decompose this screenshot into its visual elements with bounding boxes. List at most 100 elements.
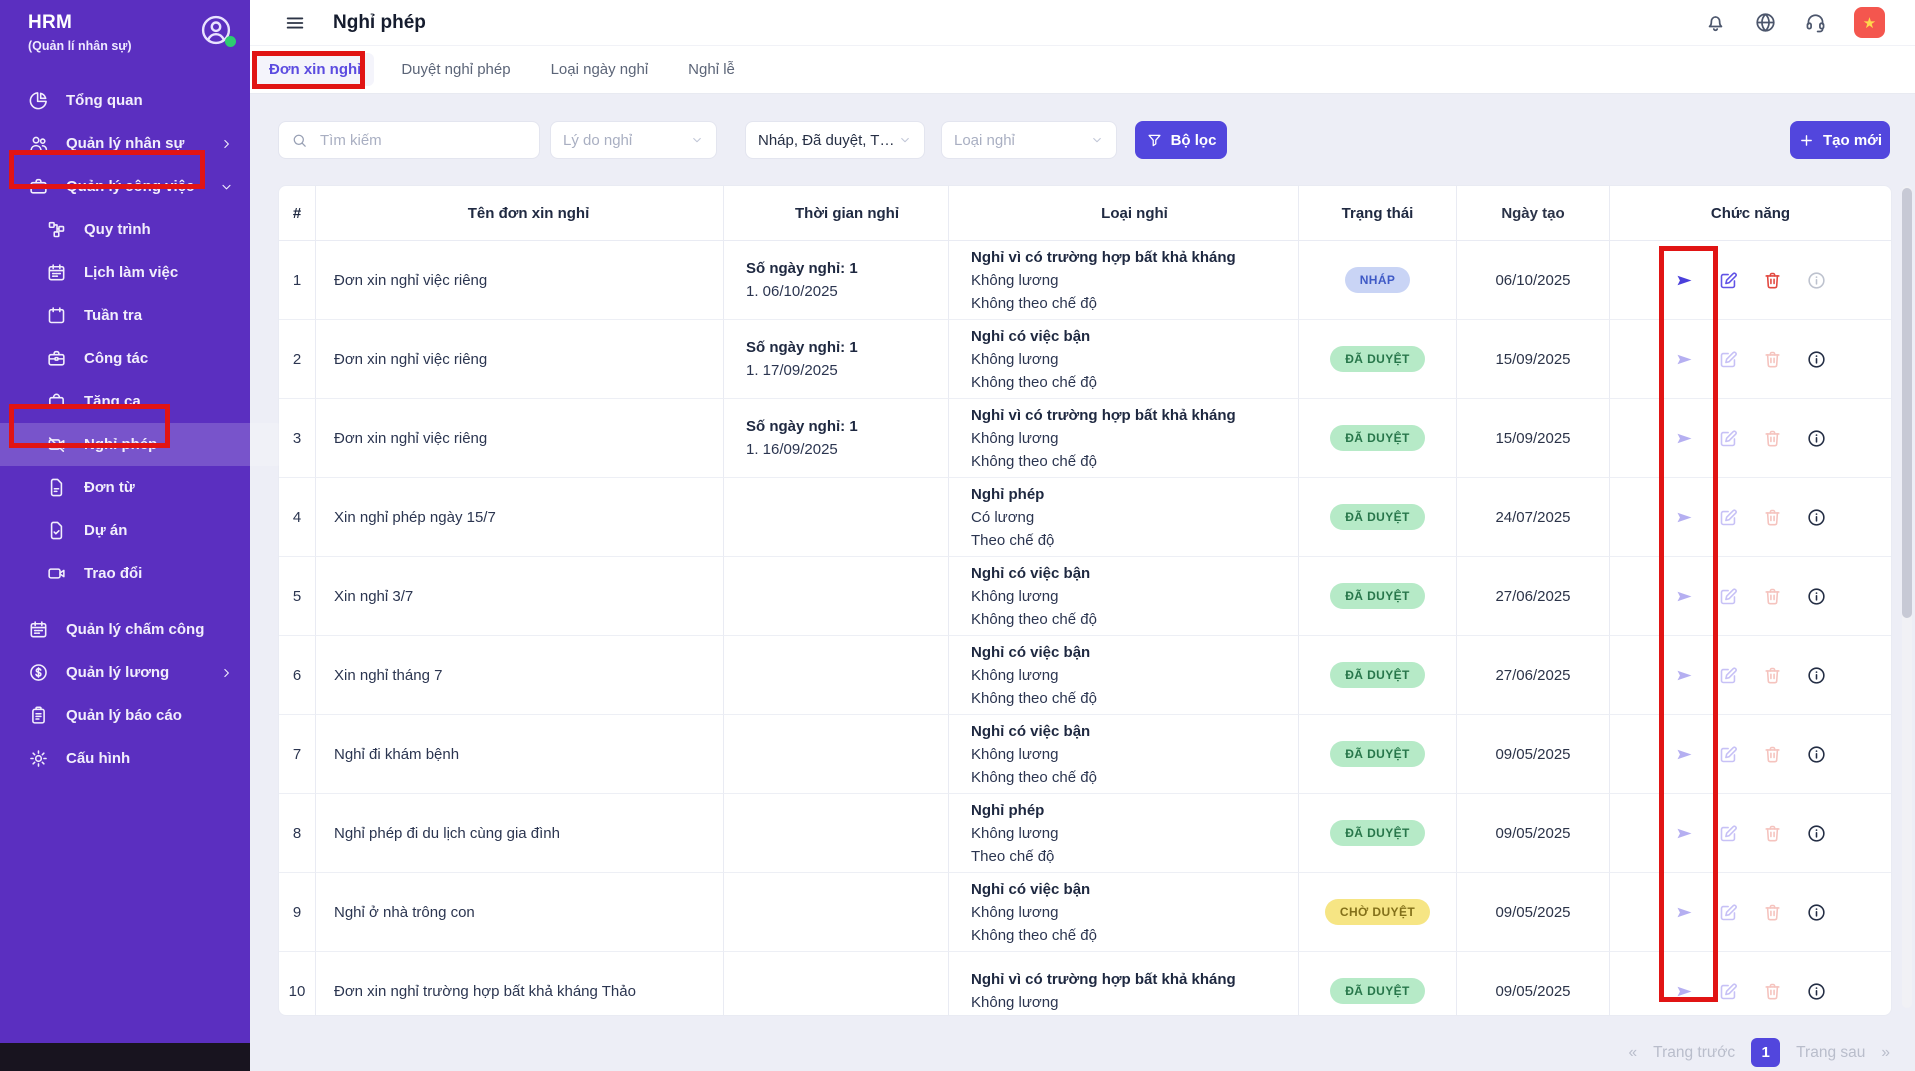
sidebar-item-quan-ly-luong[interactable]: Quản lý lương bbox=[0, 651, 250, 694]
edit-button[interactable] bbox=[1718, 665, 1739, 686]
vn-flag-icon[interactable]: ★ bbox=[1854, 7, 1885, 38]
cell-line: Nghỉ có việc bận bbox=[971, 327, 1091, 345]
cell-created-date: 09/05/2025 bbox=[1457, 873, 1610, 952]
cell-index: 4 bbox=[279, 478, 316, 557]
sidebar-item-quan-ly-cham-cong[interactable]: Quản lý chấm công bbox=[0, 608, 250, 651]
cell-index: 2 bbox=[279, 320, 316, 399]
info-button[interactable] bbox=[1806, 428, 1827, 449]
info-button[interactable] bbox=[1806, 744, 1827, 765]
sidebar-item-label: Quản lý công việc bbox=[66, 178, 195, 195]
headset-icon[interactable] bbox=[1804, 11, 1827, 34]
info-button[interactable] bbox=[1806, 349, 1827, 370]
sidebar-item-tong-quan[interactable]: Tổng quan bbox=[0, 79, 250, 122]
send-button[interactable] bbox=[1674, 428, 1695, 449]
info-button[interactable] bbox=[1806, 823, 1827, 844]
edit-button[interactable] bbox=[1718, 349, 1739, 370]
send-button[interactable] bbox=[1674, 270, 1695, 291]
delete-button[interactable] bbox=[1762, 665, 1783, 686]
table-row: 5 Xin nghỉ 3/7 Nghỉ có việc bận Không lương… bbox=[279, 557, 1891, 636]
delete-button[interactable] bbox=[1762, 902, 1783, 923]
scrollbar-thumb[interactable] bbox=[1902, 188, 1912, 618]
filter-select-trang-thai[interactable]: Nháp, Đã duyệt, Từ ... bbox=[745, 121, 925, 159]
cell-index: 9 bbox=[279, 873, 316, 952]
edit-button[interactable] bbox=[1718, 586, 1739, 607]
info-button[interactable] bbox=[1806, 981, 1827, 1002]
send-button[interactable] bbox=[1674, 507, 1695, 528]
edit-button[interactable] bbox=[1718, 270, 1739, 291]
cell-status: ĐÃ DUYỆT bbox=[1299, 557, 1457, 636]
cell-line: Không lương bbox=[971, 745, 1059, 763]
tab-nghi-le[interactable]: Nghỉ lễ bbox=[675, 53, 748, 86]
sidebar-item-don-tu[interactable]: Đơn từ bbox=[0, 466, 250, 509]
sidebar-item-tang-ca[interactable]: Tăng ca bbox=[0, 380, 250, 423]
pagination-next-arrow[interactable]: » bbox=[1881, 1044, 1890, 1062]
sidebar-item-cong-tac[interactable]: Công tác bbox=[0, 337, 250, 380]
send-button[interactable] bbox=[1674, 586, 1695, 607]
sidebar-item-nghi-phep[interactable]: Nghỉ phép bbox=[0, 423, 286, 466]
edit-button[interactable] bbox=[1718, 823, 1739, 844]
create-new-button[interactable]: Tạo mới bbox=[1790, 121, 1890, 159]
sidebar-item-quy-trinh[interactable]: Quy trình bbox=[0, 208, 250, 251]
send-button[interactable] bbox=[1674, 744, 1695, 765]
delete-button[interactable] bbox=[1762, 586, 1783, 607]
select-value: Nháp, Đã duyệt, Từ ... bbox=[758, 131, 898, 149]
cell-created-date: 15/09/2025 bbox=[1457, 399, 1610, 478]
delete-button[interactable] bbox=[1762, 349, 1783, 370]
pagination-next[interactable]: Trang sau bbox=[1796, 1044, 1865, 1062]
edit-button[interactable] bbox=[1718, 902, 1739, 923]
send-button[interactable] bbox=[1674, 823, 1695, 844]
search-input[interactable] bbox=[318, 130, 527, 150]
globe-icon[interactable] bbox=[1754, 11, 1777, 34]
user-avatar[interactable] bbox=[198, 12, 236, 48]
info-button[interactable] bbox=[1806, 586, 1827, 607]
sidebar-item-trao-doi[interactable]: Trao đổi bbox=[0, 552, 250, 595]
sidebar-item-label: Đơn từ bbox=[84, 479, 135, 496]
cell-line: Nghỉ vì có trường hợp bất khả kháng bbox=[971, 248, 1236, 266]
info-button[interactable] bbox=[1806, 665, 1827, 686]
cell-line: Số ngày nghỉ: 1 bbox=[746, 260, 858, 277]
cell-status: ĐÃ DUYỆT bbox=[1299, 478, 1457, 557]
send-button[interactable] bbox=[1674, 349, 1695, 370]
edit-button[interactable] bbox=[1718, 507, 1739, 528]
edit-button[interactable] bbox=[1718, 428, 1739, 449]
edit-button[interactable] bbox=[1718, 981, 1739, 1002]
delete-button[interactable] bbox=[1762, 270, 1783, 291]
bell-icon[interactable] bbox=[1704, 11, 1727, 34]
sidebar-item-quan-ly-nhan-su[interactable]: Quản lý nhân sự bbox=[0, 122, 250, 165]
edit-button[interactable] bbox=[1718, 744, 1739, 765]
cell-actions bbox=[1610, 557, 1891, 636]
filter-select-ly-do-nghi[interactable]: Lý do nghỉ bbox=[550, 121, 717, 159]
sidebar-item-quan-ly-bao-cao[interactable]: Quản lý báo cáo bbox=[0, 694, 250, 737]
pagination-prev-arrow[interactable]: « bbox=[1629, 1044, 1638, 1062]
pagination-prev[interactable]: Trang trước bbox=[1653, 1044, 1735, 1062]
send-button[interactable] bbox=[1674, 902, 1695, 923]
send-button[interactable] bbox=[1674, 981, 1695, 1002]
delete-button[interactable] bbox=[1762, 428, 1783, 449]
cell-request-name: Xin nghỉ 3/7 bbox=[316, 557, 724, 636]
tab-don-xin-nghi[interactable]: Đơn xin nghỉ bbox=[256, 53, 375, 86]
delete-button[interactable] bbox=[1762, 823, 1783, 844]
table-row: 4 Xin nghỉ phép ngày 15/7 Nghỉ phép Có lươn… bbox=[279, 478, 1891, 557]
info-button[interactable] bbox=[1806, 270, 1827, 291]
column-header-0: # bbox=[279, 186, 316, 241]
request-name: Xin nghỉ 3/7 bbox=[334, 587, 414, 605]
sidebar-item-tuan-tra[interactable]: Tuần tra bbox=[0, 294, 250, 337]
hamburger-menu-icon[interactable] bbox=[284, 12, 306, 34]
delete-button[interactable] bbox=[1762, 981, 1783, 1002]
filter-select-loai-nghi[interactable]: Loại nghỉ bbox=[941, 121, 1117, 159]
sidebar-item-du-an[interactable]: Dự án bbox=[0, 509, 250, 552]
delete-button[interactable] bbox=[1762, 507, 1783, 528]
filter-button[interactable]: Bộ lọc bbox=[1135, 121, 1227, 159]
info-button[interactable] bbox=[1806, 507, 1827, 528]
pagination-current-page[interactable]: 1 bbox=[1751, 1038, 1781, 1067]
info-button[interactable] bbox=[1806, 902, 1827, 923]
send-button[interactable] bbox=[1674, 665, 1695, 686]
delete-button[interactable] bbox=[1762, 744, 1783, 765]
tab-duyet-nghi-phep[interactable]: Duyệt nghỉ phép bbox=[388, 53, 523, 86]
cell-created-date: 27/06/2025 bbox=[1457, 636, 1610, 715]
sidebar-item-lich-lam-viec[interactable]: Lịch làm việc bbox=[0, 251, 250, 294]
sidebar-item-quan-ly-cong-viec[interactable]: Quản lý công việc bbox=[0, 165, 250, 208]
sidebar-item-cau-hinh[interactable]: Cấu hình bbox=[0, 737, 250, 780]
tab-loai-ngay-nghi[interactable]: Loại ngày nghỉ bbox=[538, 53, 662, 86]
cell-leave-time bbox=[724, 952, 949, 1015]
